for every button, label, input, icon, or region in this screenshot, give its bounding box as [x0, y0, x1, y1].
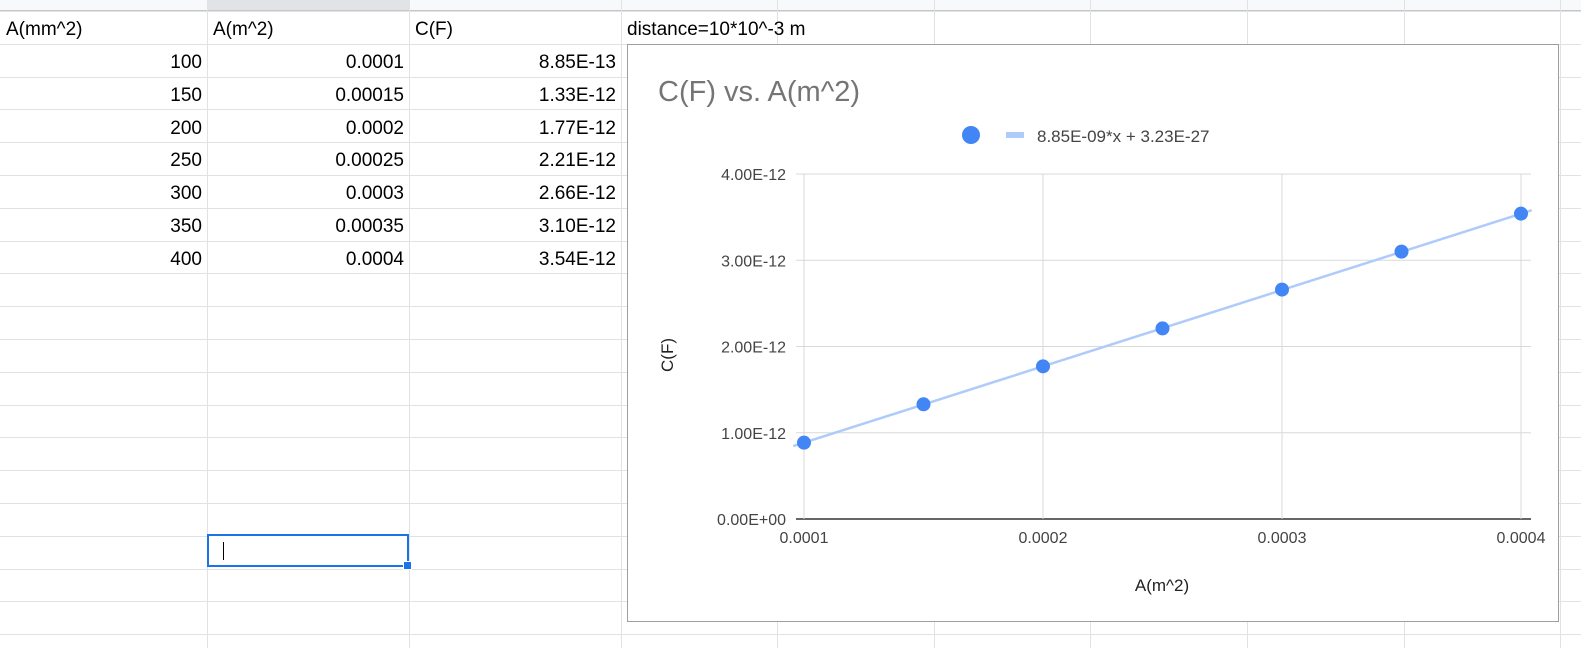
- header-cell-d[interactable]: distance=10*10^-3 m: [621, 12, 927, 45]
- active-cell-editor[interactable]: [207, 534, 412, 570]
- cell-a-row-3[interactable]: 200: [0, 111, 207, 144]
- chart-canvas: C(F) vs. A(m^2) 8.85E-09*x + 3.23E-27 0.…: [658, 76, 1546, 595]
- x-axis-label: A(m^2): [1135, 576, 1189, 595]
- chart-legend: 8.85E-09*x + 3.23E-27: [962, 126, 1209, 146]
- cell-b-row-1[interactable]: 0.0001: [207, 45, 409, 78]
- data-point[interactable]: [1036, 359, 1050, 374]
- y-tick-label: 4.00E-12: [721, 167, 786, 184]
- column-gridline: [621, 0, 622, 648]
- cell-c-row-2[interactable]: 1.33E-12: [409, 78, 621, 111]
- y-axis-tick-labels: 0.00E+00 1.00E-12 2.00E-12 3.00E-12 4.00E-12: [717, 167, 786, 529]
- cell-b-row-4[interactable]: 0.00025: [207, 143, 409, 176]
- x-tick-label: 0.0001: [780, 530, 829, 547]
- cell-c-row-6[interactable]: 3.10E-12: [409, 209, 621, 242]
- cell-c-row-4[interactable]: 2.21E-12: [409, 143, 621, 176]
- data-point[interactable]: [1275, 282, 1289, 297]
- y-axis-label: C(F): [658, 338, 677, 372]
- header-cell-b[interactable]: A(m^2): [207, 12, 408, 45]
- cell-a-row-4[interactable]: 250: [0, 143, 207, 176]
- data-point[interactable]: [916, 397, 931, 412]
- data-point[interactable]: [1514, 206, 1528, 221]
- header-cell-a[interactable]: A(mm^2): [0, 12, 206, 45]
- x-axis-tick-labels: 0.0001 0.0002 0.0003 0.0004: [780, 530, 1546, 547]
- fill-handle[interactable]: [403, 561, 412, 570]
- cell-a-row-7[interactable]: 400: [0, 242, 207, 275]
- y-tick-label: 3.00E-12: [721, 253, 786, 270]
- cell-c-row-1[interactable]: 8.85E-13: [409, 45, 621, 78]
- data-point[interactable]: [1394, 244, 1409, 259]
- cell-c-row-7[interactable]: 3.54E-12: [409, 242, 621, 275]
- cell-b-row-7[interactable]: 0.0004: [207, 242, 409, 275]
- chart-gridlines: [796, 173, 1531, 520]
- data-points: [797, 206, 1528, 450]
- data-point[interactable]: [797, 435, 811, 450]
- x-tick-label: 0.0002: [1019, 530, 1068, 547]
- cell-b-row-3[interactable]: 0.0002: [207, 111, 409, 144]
- scatter-chart[interactable]: C(F) vs. A(m^2) 8.85E-09*x + 3.23E-27 0.…: [627, 44, 1559, 622]
- header-cell-c[interactable]: C(F): [409, 12, 620, 45]
- cell-a-row-5[interactable]: 300: [0, 176, 207, 209]
- cell-a-row-2[interactable]: 150: [0, 78, 207, 111]
- legend-trendline-label: 8.85E-09*x + 3.23E-27: [1037, 127, 1209, 146]
- y-tick-label: 1.00E-12: [721, 426, 786, 443]
- y-tick-label: 0.00E+00: [717, 512, 786, 529]
- x-tick-label: 0.0004: [1497, 530, 1546, 547]
- chart-title: C(F) vs. A(m^2): [658, 76, 860, 108]
- cell-b-row-5[interactable]: 0.0003: [207, 176, 409, 209]
- cell-a-row-1[interactable]: 100: [0, 45, 207, 78]
- cell-c-row-3[interactable]: 1.77E-12: [409, 111, 621, 144]
- x-tick-label: 0.0003: [1258, 530, 1307, 547]
- y-tick-label: 2.00E-12: [721, 340, 786, 357]
- text-caret: [223, 542, 224, 560]
- cell-a-row-6[interactable]: 350: [0, 209, 207, 242]
- cell-b-row-2[interactable]: 0.00015: [207, 78, 409, 111]
- cell-c-row-5[interactable]: 2.66E-12: [409, 176, 621, 209]
- data-point[interactable]: [1155, 321, 1170, 336]
- row-gridline: [0, 634, 1581, 635]
- legend-marker-trendline: [1006, 132, 1024, 138]
- legend-marker-points: [962, 126, 980, 144]
- selected-column-header[interactable]: [208, 0, 409, 10]
- column-gridline: [1560, 0, 1561, 648]
- cell-b-row-6[interactable]: 0.00035: [207, 209, 409, 242]
